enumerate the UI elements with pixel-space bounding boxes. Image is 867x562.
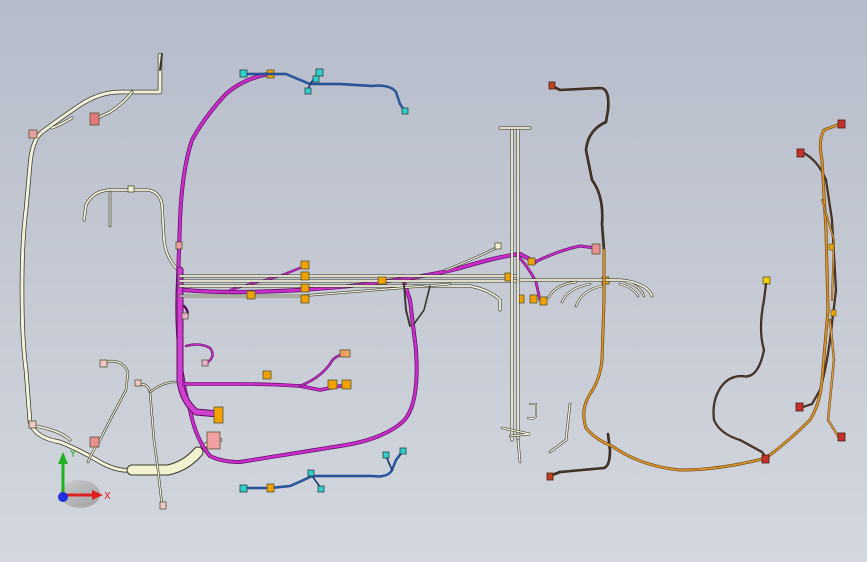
- coordinate-triad: Y X: [58, 449, 111, 508]
- triad-x-label: X: [104, 491, 111, 502]
- main-horizontal-trunk: [178, 246, 518, 327]
- left-loop-connectors: [28, 112, 221, 510]
- wire-harness-drawing[interactable]: Y X: [0, 0, 867, 562]
- magenta-connectors: [175, 69, 601, 424]
- triad-y-label: Y: [69, 449, 77, 460]
- triad-y-arrowhead: [58, 452, 68, 464]
- cad-viewport[interactable]: Y X: [0, 0, 867, 562]
- blue-harness-bottom-connectors: [239, 447, 407, 493]
- triad-z-axis: [58, 492, 68, 502]
